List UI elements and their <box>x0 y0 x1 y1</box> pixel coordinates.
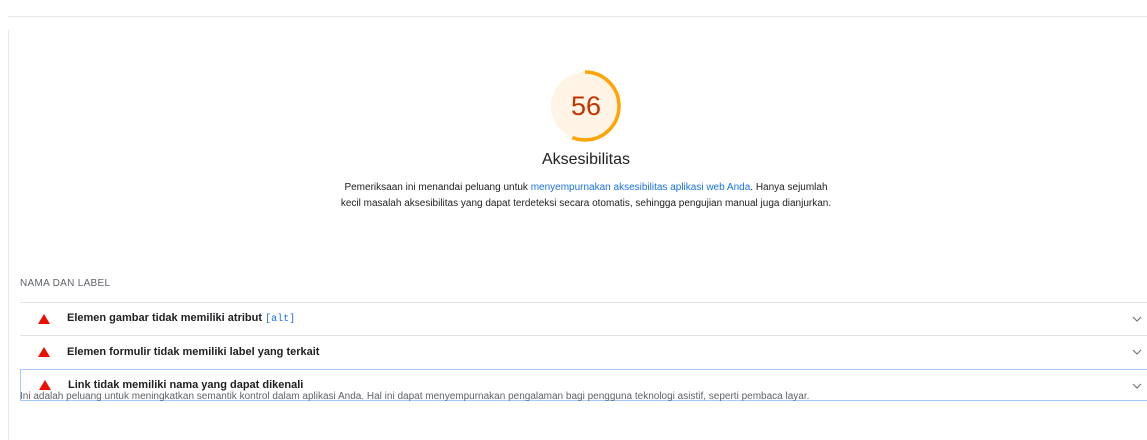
audit-description: Ini adalah peluang untuk meningkatkan se… <box>20 391 810 402</box>
audit-row-image-alt[interactable]: Elemen gambar tidak memiliki atribut [al… <box>20 302 1147 334</box>
chevron-down-icon[interactable] <box>1131 313 1143 325</box>
audit-code: [alt] <box>265 314 296 325</box>
audit-title-text: Elemen gambar tidak memiliki atribut <box>67 312 266 324</box>
audit-title: Elemen gambar tidak memiliki atribut [al… <box>67 312 1147 325</box>
chevron-down-icon[interactable] <box>1131 346 1143 358</box>
score-value: 56 <box>570 90 602 121</box>
fail-triangle-icon <box>38 313 50 324</box>
section-left-border <box>8 30 9 440</box>
category-description: Pemeriksaan ini menandai peluang untuk m… <box>336 180 836 212</box>
score-gauge[interactable]: 56 <box>528 68 644 144</box>
learn-more-link[interactable]: menyempurnakan aksesibilitas aplikasi we… <box>531 182 751 193</box>
audit-group-title: NAMA DAN LABEL <box>20 278 111 289</box>
audit-row-form-label[interactable]: Elemen formulir tidak memiliki label yan… <box>20 335 1147 367</box>
category-title: Aksesibilitas <box>541 151 631 168</box>
fail-triangle-icon <box>38 346 50 357</box>
top-divider <box>8 16 1147 17</box>
description-prefix: Pemeriksaan ini menandai peluang untuk <box>344 182 531 193</box>
audit-title: Elemen formulir tidak memiliki label yan… <box>67 345 320 358</box>
